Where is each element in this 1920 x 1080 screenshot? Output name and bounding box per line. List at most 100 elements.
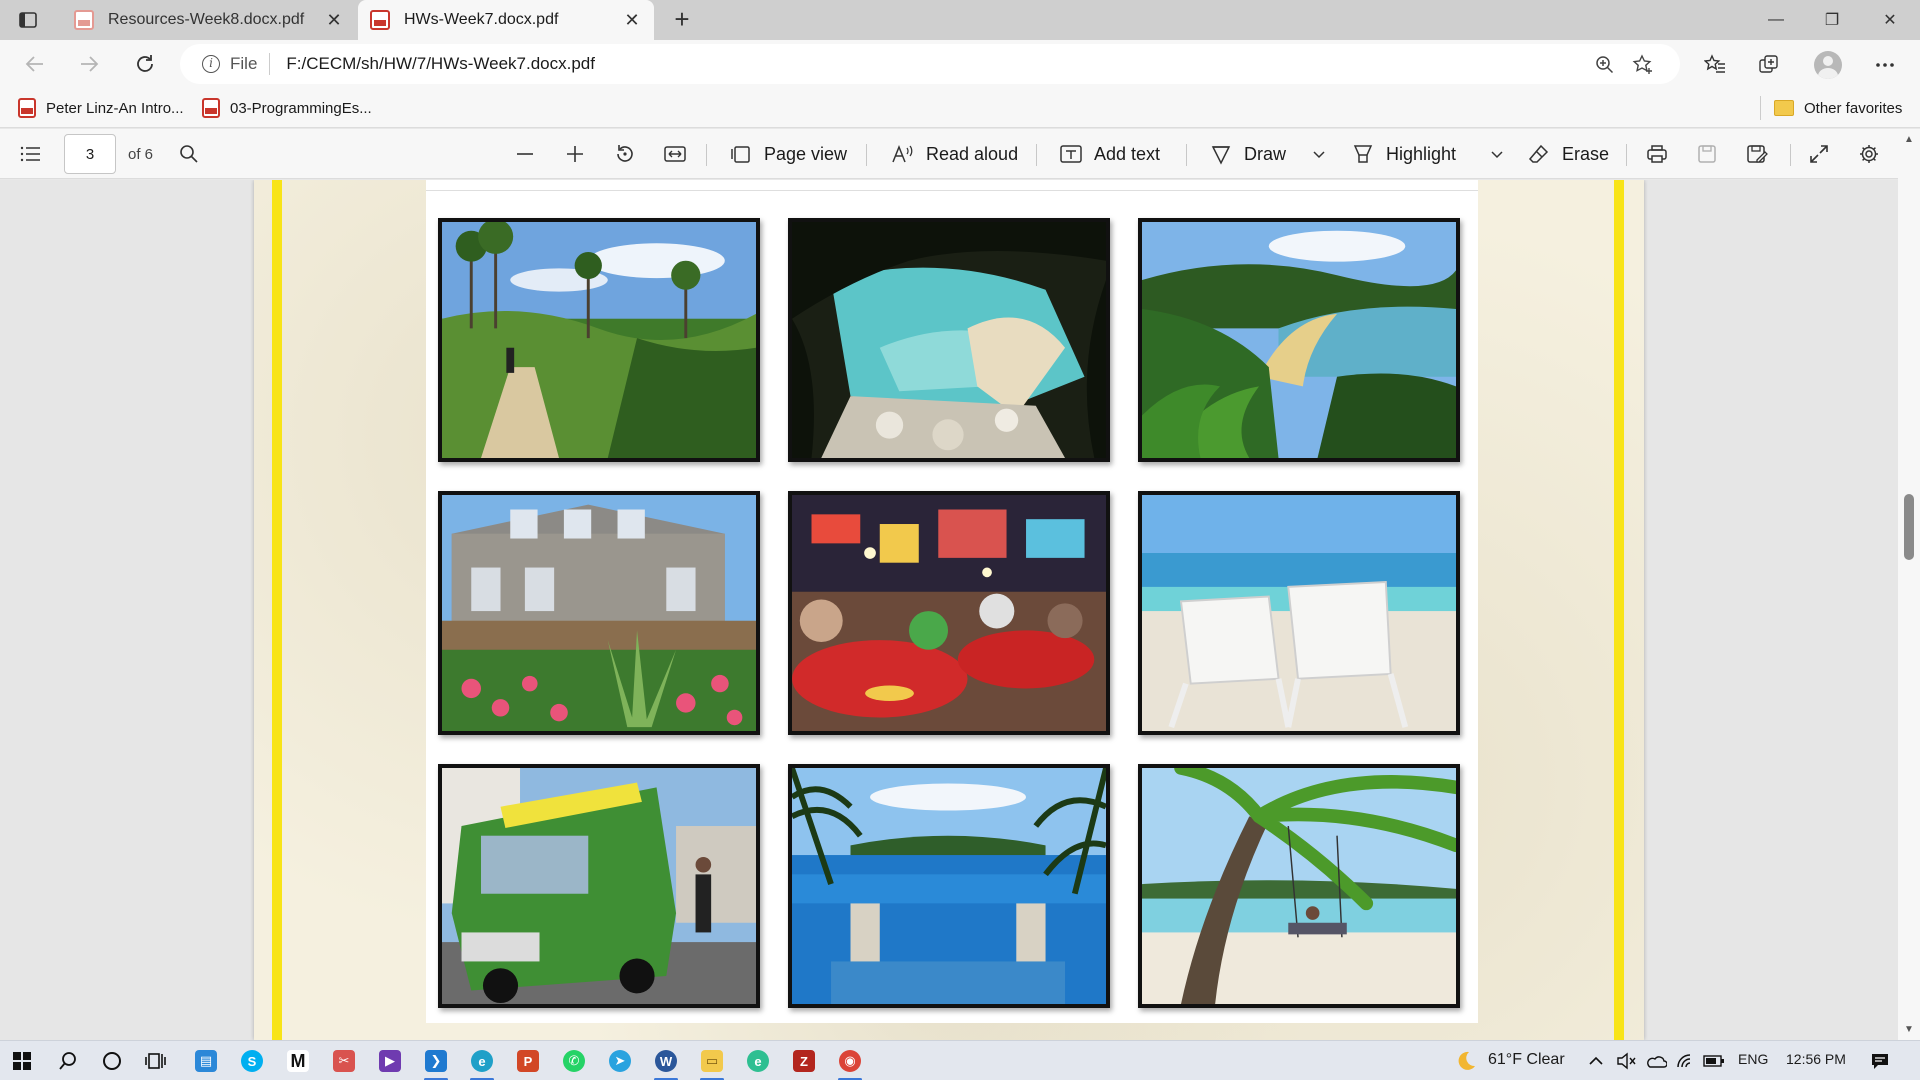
taskbar-app[interactable]: ✆ xyxy=(560,1047,588,1075)
page-view-button[interactable]: Page view xyxy=(728,129,847,179)
favorite-label: Peter Linz-An Intro... xyxy=(46,99,184,117)
fit-to-width-button[interactable] xyxy=(662,129,698,179)
taskbar-app[interactable]: ◉ xyxy=(836,1047,864,1080)
rotate-button[interactable] xyxy=(612,129,648,179)
tab-actions-icon[interactable] xyxy=(16,8,40,32)
zoom-out-button[interactable] xyxy=(512,129,548,179)
taskbar-app[interactable]: ▤ xyxy=(192,1047,220,1075)
search-button[interactable] xyxy=(54,1047,82,1075)
fit-width-icon xyxy=(662,141,688,167)
show-hidden-icons[interactable] xyxy=(1582,1047,1610,1075)
zoom-in-button[interactable] xyxy=(562,129,598,179)
print-button[interactable] xyxy=(1644,129,1680,179)
photo-food-truck xyxy=(438,764,760,1008)
close-window-button[interactable]: ✕ xyxy=(1862,0,1918,40)
other-favorites-folder[interactable]: Other favorites xyxy=(1774,96,1902,120)
divider xyxy=(706,144,707,166)
full-screen-button[interactable] xyxy=(1806,129,1842,179)
chrome-icon: ◉ xyxy=(839,1050,861,1072)
add-favorite-icon[interactable] xyxy=(1630,52,1656,78)
draw-icon xyxy=(1208,141,1234,167)
tab-resources-week8[interactable]: Resources-Week8.docx.pdf ✕ xyxy=(62,0,356,40)
volume-icon[interactable] xyxy=(1612,1047,1640,1075)
photo-infinity-pool xyxy=(788,764,1110,1008)
refresh-button[interactable] xyxy=(130,50,160,78)
restore-button[interactable]: ❐ xyxy=(1804,0,1860,40)
favorites-icon[interactable] xyxy=(1700,50,1730,80)
search-icon xyxy=(59,1052,76,1070)
profile-avatar[interactable] xyxy=(1814,51,1842,79)
taskbar-app[interactable]: ▶ xyxy=(376,1047,404,1075)
close-icon[interactable]: ✕ xyxy=(324,10,344,31)
favorites-bar: Peter Linz-An Intro... 03-ProgrammingEs.… xyxy=(0,88,1920,128)
chevron-down-icon xyxy=(1306,141,1332,167)
minimize-button[interactable]: — xyxy=(1748,0,1804,40)
erase-button[interactable]: Erase xyxy=(1526,129,1609,179)
info-icon[interactable]: i xyxy=(202,55,220,73)
new-tab-button[interactable]: + xyxy=(668,6,696,34)
more-options-icon[interactable] xyxy=(1870,50,1900,80)
onedrive-icon[interactable] xyxy=(1642,1047,1670,1075)
taskbar-app[interactable]: ❯ xyxy=(422,1047,450,1080)
collections-icon[interactable] xyxy=(1754,50,1784,80)
vscode-icon: ❯ xyxy=(425,1050,447,1072)
wifi-icon[interactable] xyxy=(1672,1047,1700,1075)
battery-icon[interactable] xyxy=(1700,1047,1728,1075)
scroll-thumb[interactable] xyxy=(1904,494,1914,560)
start-button[interactable] xyxy=(8,1047,36,1075)
taskbar-app[interactable]: ✂ xyxy=(330,1047,358,1075)
scroll-down-icon[interactable]: ▼ xyxy=(1903,1024,1915,1036)
edge-icon: e xyxy=(471,1050,493,1072)
page-number-input[interactable]: 3 xyxy=(64,134,116,174)
draw-button[interactable]: Draw xyxy=(1208,129,1286,179)
taskbar-app[interactable]: Z xyxy=(790,1047,818,1075)
taskbar-app[interactable]: ▭ xyxy=(698,1047,726,1080)
taskbar-app[interactable]: M xyxy=(284,1047,312,1075)
windows-icon xyxy=(13,1052,31,1070)
taskbar-app[interactable]: ➤ xyxy=(606,1047,634,1075)
forward-button[interactable] xyxy=(74,50,104,78)
tab-title: Resources-Week8.docx.pdf xyxy=(108,11,305,28)
taskbar-app[interactable]: e xyxy=(468,1047,496,1080)
language-indicator[interactable]: ENG xyxy=(1738,1051,1768,1067)
read-aloud-button[interactable]: Read aloud xyxy=(890,129,1018,179)
notifications-icon[interactable] xyxy=(1866,1047,1894,1075)
add-text-button[interactable]: Add text xyxy=(1058,129,1160,179)
taskbar-app[interactable]: S xyxy=(238,1047,266,1075)
vertical-scrollbar[interactable]: ▲ ▼ xyxy=(1898,130,1920,1040)
taskbar-app[interactable]: P xyxy=(514,1047,542,1075)
save-icon xyxy=(1694,141,1720,167)
highlight-button[interactable]: Highlight xyxy=(1350,129,1456,179)
save-button[interactable] xyxy=(1694,129,1730,179)
pdf-viewer[interactable] xyxy=(0,180,1920,1040)
zoom-icon[interactable] xyxy=(1592,52,1618,78)
find-button[interactable] xyxy=(176,129,212,179)
close-icon[interactable]: ✕ xyxy=(622,10,642,31)
favorite-item[interactable]: Peter Linz-An Intro... xyxy=(18,96,184,120)
weather-icon[interactable] xyxy=(1452,1047,1480,1075)
arrow-right-icon xyxy=(81,56,99,72)
outlook-icon: ▤ xyxy=(195,1050,217,1072)
rotate-icon xyxy=(612,141,638,167)
clock[interactable]: 12:56 PM xyxy=(1786,1051,1846,1067)
settings-button[interactable] xyxy=(1856,129,1892,179)
address-field[interactable]: i File F:/CECM/sh/HW/7/HWs-Week7.docx.pd… xyxy=(180,44,1680,84)
back-button[interactable] xyxy=(20,50,50,78)
taskbar-app[interactable]: e xyxy=(744,1047,772,1075)
tab-hws-week7[interactable]: HWs-Week7.docx.pdf ✕ xyxy=(358,0,654,40)
save-as-button[interactable] xyxy=(1744,129,1780,179)
task-view-button[interactable] xyxy=(142,1047,170,1075)
scroll-up-icon[interactable]: ▲ xyxy=(1903,134,1915,146)
weather-text[interactable]: 61°F Clear xyxy=(1488,1051,1565,1069)
page-count: of 6 xyxy=(128,145,154,163)
highlight-options-dropdown[interactable] xyxy=(1484,129,1520,179)
draw-options-dropdown[interactable] xyxy=(1306,129,1342,179)
list-icon xyxy=(18,141,44,167)
page-border xyxy=(1614,180,1624,1040)
favorite-item[interactable]: 03-ProgrammingEs... xyxy=(202,96,372,120)
url-text[interactable]: F:/CECM/sh/HW/7/HWs-Week7.docx.pdf xyxy=(286,54,595,74)
taskbar-app[interactable]: W xyxy=(652,1047,680,1080)
cortana-button[interactable] xyxy=(98,1047,126,1075)
page-view-icon xyxy=(728,141,754,167)
table-of-contents-button[interactable] xyxy=(18,129,54,179)
